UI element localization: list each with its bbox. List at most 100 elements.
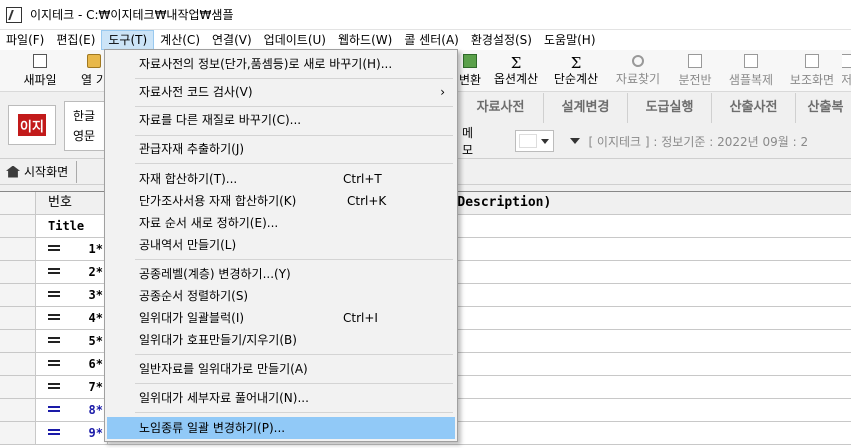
row-header[interactable]	[0, 238, 36, 260]
menu-item-sum-materials[interactable]: 자재 합산하기(T)... Ctrl+T	[107, 168, 455, 190]
chevron-down-icon	[541, 139, 550, 144]
row-header[interactable]	[0, 215, 36, 237]
menu-tools[interactable]: 도구(T)	[101, 30, 155, 50]
menu-update[interactable]: 업데이트(U)	[258, 30, 332, 50]
aux-screen-label: 보조화면	[789, 73, 835, 87]
menu-file[interactable]: 파일(F)	[0, 30, 50, 50]
menu-item-label: 공종순서 정렬하기(S)	[139, 289, 249, 303]
aux-screen-icon	[805, 54, 819, 68]
magnifier-icon	[632, 55, 644, 67]
tab-contract-execution[interactable]: 도급실행	[628, 93, 712, 123]
row-number-cell[interactable]: 4*	[36, 307, 108, 329]
save-button[interactable]: 저	[842, 52, 851, 90]
row-number: 1*	[88, 242, 103, 256]
menu-calculate[interactable]: 계산(C)	[154, 30, 206, 50]
row-number-cell[interactable]: 5*	[36, 330, 108, 352]
title-bar: 이지테크 - C:₩이지테크₩내작업₩샘플	[0, 0, 851, 30]
menu-edit[interactable]: 편집(E)	[50, 30, 101, 50]
find-data-button[interactable]: 자료찾기	[610, 52, 666, 90]
info-text: [ 이지테크 ] : 정보기준 : 2022년 09월 : 2	[588, 134, 809, 149]
row-header[interactable]	[0, 353, 36, 375]
row-number-cell[interactable]: 3*	[36, 284, 108, 306]
menu-item-sort-work-order[interactable]: 공종순서 정렬하기(S)	[107, 285, 455, 307]
menu-item-blank-statement[interactable]: 공내역서 만들기(L)	[107, 234, 455, 256]
row-header[interactable]	[0, 422, 36, 444]
simple-calc-label: 단순계산	[553, 71, 599, 86]
level-marker-icon	[48, 406, 60, 412]
sample-copy-button[interactable]: 샘플복제	[722, 52, 780, 90]
menu-item-reorder-data[interactable]: 자료 순서 새로 정하기(E)...	[107, 212, 455, 234]
menu-webhard[interactable]: 웹하드(W)	[332, 30, 398, 50]
tab-data-dictionary[interactable]: 자료사전	[458, 93, 544, 123]
tab-start-screen[interactable]: 시작화면	[6, 160, 78, 183]
row-number-cell[interactable]: 6*	[36, 353, 108, 375]
row-number-cell[interactable]: 2*	[36, 261, 108, 283]
menu-item-shortcut: Ctrl+I	[343, 311, 378, 325]
sigma-icon: Σ	[510, 53, 522, 72]
level-marker-icon	[48, 291, 60, 297]
menu-item-label: 단가조사서용 자재 합산하기(K)	[139, 194, 297, 208]
info-dropdown[interactable]: [ 이지테크 ] : 정보기준 : 2022년 09월 : 2	[570, 130, 851, 152]
menu-item-code-check[interactable]: 자료사전 코드 검사(V) ›	[107, 81, 455, 103]
row-number: 9*	[88, 426, 103, 440]
chevron-right-icon: ›	[440, 85, 445, 99]
menu-item-change-labor-type[interactable]: 노임종류 일괄 변경하기(P)...	[107, 417, 455, 439]
option-calc-button[interactable]: Σ 옵션계산	[488, 52, 544, 90]
row-number-cell[interactable]: 7*	[36, 376, 108, 398]
memo-row: 메모 [ 이지테크 ] : 정보기준 : 2022년 09월 : 2	[458, 126, 851, 157]
menu-item-sum-materials-survey[interactable]: 단가조사서용 자재 합산하기(K) Ctrl+K	[107, 190, 455, 212]
menu-call-center[interactable]: 콜 센터(A)	[398, 30, 465, 50]
new-file-button[interactable]: 새파일	[18, 52, 62, 90]
tab-calc-dictionary[interactable]: 산출사전	[712, 93, 796, 123]
menu-item-change-material[interactable]: 자료를 다른 재질로 바꾸기(C)...	[107, 109, 455, 131]
row-header[interactable]	[0, 330, 36, 352]
tab-design-change[interactable]: 설계변경	[544, 93, 628, 123]
menu-separator	[135, 383, 453, 384]
header-number[interactable]: 번호	[36, 192, 108, 214]
menu-item-label: 노임종류 일괄 변경하기(P)...	[139, 421, 286, 435]
menu-item-label: 일위대가 세부자료 풀어내기(N)...	[139, 391, 309, 405]
level-marker-icon	[48, 314, 60, 320]
menu-item-refresh-from-dictionary[interactable]: 자료사전의 정보(단가,품셈등)로 새로 바꾸기(H)...	[107, 53, 455, 75]
lang-option-korean[interactable]: 한글	[73, 106, 103, 126]
row-number-cell[interactable]: 8*	[36, 399, 108, 421]
menu-item-unit-cost-label[interactable]: 일위대가 호표만들기/지우기(B)	[107, 329, 455, 351]
tools-menu: 자료사전의 정보(단가,품셈등)로 새로 바꾸기(H)... 자료사전 코드 검…	[104, 49, 458, 442]
save-icon	[842, 54, 851, 68]
menu-item-label: 공종레벨(계층) 변경하기...(Y)	[139, 267, 291, 281]
convert-label: 변환	[458, 73, 482, 87]
menu-item-label: 관급자재 추출하기(J)	[139, 142, 245, 156]
row-number-cell[interactable]: 1*	[36, 238, 108, 260]
aux-screen-button[interactable]: 보조화면	[784, 52, 840, 90]
color-dropdown[interactable]	[515, 130, 555, 152]
row-header[interactable]	[0, 284, 36, 306]
menu-separator	[135, 412, 453, 413]
menu-item-change-level[interactable]: 공종레벨(계층) 변경하기...(Y)	[107, 263, 455, 285]
split-class-button[interactable]: 분전반	[672, 52, 718, 90]
sigma-icon: Σ	[570, 53, 582, 72]
home-icon	[6, 165, 20, 178]
row-header[interactable]	[0, 307, 36, 329]
menu-help[interactable]: 도움말(H)	[538, 30, 602, 50]
row-number: Title	[48, 219, 85, 233]
menu-settings[interactable]: 환경설정(S)	[465, 30, 538, 50]
row-number: 8*	[88, 403, 103, 417]
row-number-cell[interactable]: Title	[36, 215, 108, 237]
convert-button[interactable]: 변환	[455, 52, 485, 90]
menu-separator	[135, 135, 453, 136]
menu-connect[interactable]: 연결(V)	[206, 30, 258, 50]
simple-calc-button[interactable]: Σ 단순계산	[548, 52, 604, 90]
tab-calc-copy[interactable]: 산출복	[796, 93, 851, 123]
row-number-cell[interactable]: 9*	[36, 422, 108, 444]
lang-option-english[interactable]: 영문	[73, 126, 103, 146]
logo-mark: 이지	[18, 114, 46, 136]
menu-item-unit-cost-block[interactable]: 일위대가 일괄블럭(I) Ctrl+I	[107, 307, 455, 329]
row-header[interactable]	[0, 399, 36, 421]
menu-item-label: 자료를 다른 재질로 바꾸기(C)...	[139, 113, 302, 127]
row-header[interactable]	[0, 261, 36, 283]
menu-item-make-unit-cost[interactable]: 일반자료를 일위대가로 만들기(A)	[107, 358, 455, 380]
menu-item-extract-gov-material[interactable]: 관급자재 추출하기(J)	[107, 138, 455, 160]
row-header[interactable]	[0, 376, 36, 398]
menu-item-expand-unit-cost[interactable]: 일위대가 세부자료 풀어내기(N)...	[107, 387, 455, 409]
color-swatch	[519, 134, 538, 148]
